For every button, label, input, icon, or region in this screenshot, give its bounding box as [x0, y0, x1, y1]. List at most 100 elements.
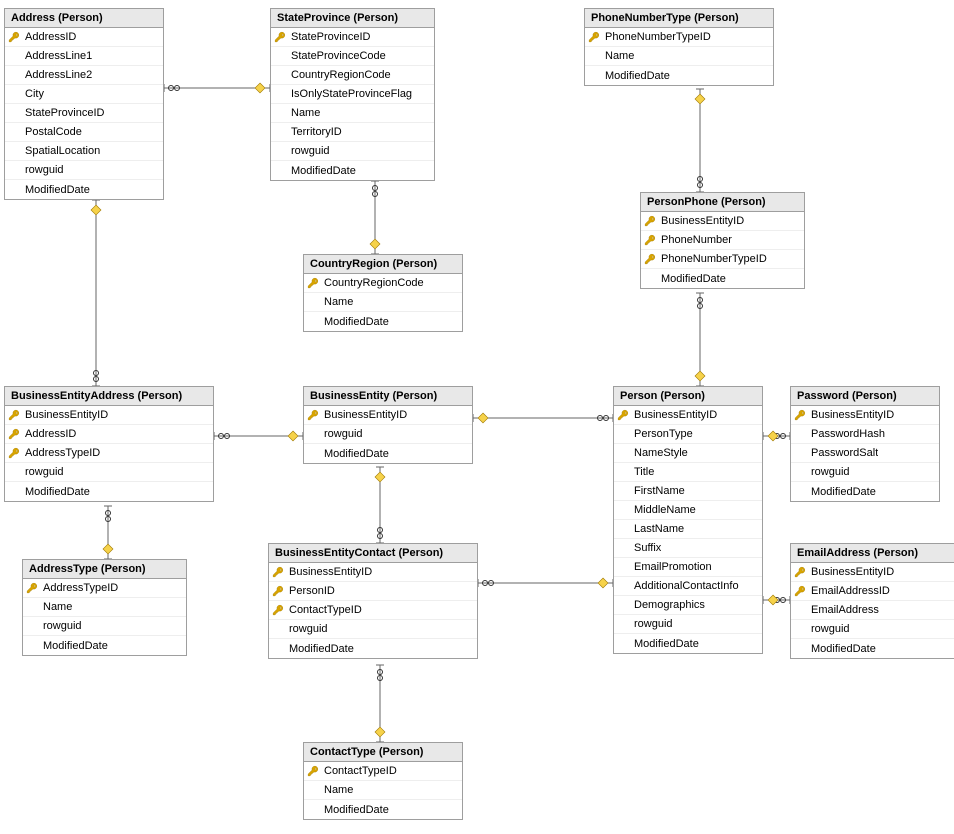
column-row[interactable]: ModifiedDate [5, 482, 213, 501]
column-row[interactable]: ModifiedDate [304, 800, 462, 819]
column-row[interactable]: BusinessEntityID [791, 563, 954, 582]
column-row[interactable]: ModifiedDate [585, 66, 773, 85]
column-row[interactable]: rowguid [23, 617, 186, 636]
entity-Person[interactable]: Person (Person)BusinessEntityIDPersonTyp… [613, 386, 763, 654]
column-row[interactable]: ModifiedDate [269, 639, 477, 658]
column-row[interactable]: CountryRegionCode [304, 274, 462, 293]
column-row[interactable]: BusinessEntityID [304, 406, 472, 425]
column-row[interactable]: rowguid [5, 463, 213, 482]
entity-header[interactable]: EmailAddress (Person) [791, 544, 954, 563]
column-row[interactable]: IsOnlyStateProvinceFlag [271, 85, 434, 104]
entity-header[interactable]: AddressType (Person) [23, 560, 186, 579]
column-row[interactable]: AddressID [5, 28, 163, 47]
column-row[interactable]: CountryRegionCode [271, 66, 434, 85]
column-row[interactable]: rowguid [614, 615, 762, 634]
column-row[interactable]: rowguid [791, 463, 939, 482]
column-row[interactable]: EmailAddress [791, 601, 954, 620]
column-row[interactable]: PostalCode [5, 123, 163, 142]
column-row[interactable]: StateProvinceCode [271, 47, 434, 66]
column-row[interactable]: Demographics [614, 596, 762, 615]
column-row[interactable]: Name [271, 104, 434, 123]
entity-header[interactable]: StateProvince (Person) [271, 9, 434, 28]
column-row[interactable]: BusinessEntityID [269, 563, 477, 582]
entity-header[interactable]: BusinessEntityAddress (Person) [5, 387, 213, 406]
column-row[interactable]: ModifiedDate [271, 161, 434, 180]
column-row[interactable]: ModifiedDate [614, 634, 762, 653]
entity-header[interactable]: BusinessEntity (Person) [304, 387, 472, 406]
column-row[interactable]: PhoneNumberTypeID [641, 250, 804, 269]
column-row[interactable]: FirstName [614, 482, 762, 501]
column-row[interactable]: ModifiedDate [5, 180, 163, 199]
column-row[interactable]: AddressLine2 [5, 66, 163, 85]
primary-key-icon [307, 277, 319, 289]
column-row[interactable]: PersonID [269, 582, 477, 601]
column-row[interactable]: Name [23, 598, 186, 617]
entity-BusinessEntityContact[interactable]: BusinessEntityContact (Person)BusinessEn… [268, 543, 478, 659]
column-row[interactable]: Title [614, 463, 762, 482]
entity-CountryRegion[interactable]: CountryRegion (Person)CountryRegionCodeN… [303, 254, 463, 332]
column-row[interactable]: rowguid [791, 620, 954, 639]
column-row[interactable]: PasswordSalt [791, 444, 939, 463]
column-row[interactable]: PersonType [614, 425, 762, 444]
entity-header[interactable]: ContactType (Person) [304, 743, 462, 762]
column-row[interactable]: ModifiedDate [23, 636, 186, 655]
column-row[interactable]: SpatialLocation [5, 142, 163, 161]
entity-PersonPhone[interactable]: PersonPhone (Person)BusinessEntityIDPhon… [640, 192, 805, 289]
column-row[interactable]: ModifiedDate [304, 444, 472, 463]
entity-header[interactable]: PhoneNumberType (Person) [585, 9, 773, 28]
column-row[interactable]: PasswordHash [791, 425, 939, 444]
entity-header[interactable]: BusinessEntityContact (Person) [269, 544, 477, 563]
column-row[interactable]: PhoneNumberTypeID [585, 28, 773, 47]
column-row[interactable]: BusinessEntityID [641, 212, 804, 231]
column-row[interactable]: AddressTypeID [5, 444, 213, 463]
column-row[interactable]: ModifiedDate [304, 312, 462, 331]
entity-Password[interactable]: Password (Person)BusinessEntityIDPasswor… [790, 386, 940, 502]
entity-Address[interactable]: Address (Person)AddressIDAddressLine1Add… [4, 8, 164, 200]
column-row[interactable]: Name [304, 781, 462, 800]
column-row[interactable]: StateProvinceID [5, 104, 163, 123]
entity-header[interactable]: CountryRegion (Person) [304, 255, 462, 274]
column-row[interactable]: EmailAddressID [791, 582, 954, 601]
column-row[interactable]: ContactTypeID [304, 762, 462, 781]
column-row[interactable]: BusinessEntityID [5, 406, 213, 425]
column-row[interactable]: rowguid [271, 142, 434, 161]
entity-header[interactable]: Person (Person) [614, 387, 762, 406]
entity-StateProvince[interactable]: StateProvince (Person)StateProvinceIDSta… [270, 8, 435, 181]
column-name: AddressTypeID [41, 582, 118, 594]
entity-EmailAddress[interactable]: EmailAddress (Person)BusinessEntityIDEma… [790, 543, 954, 659]
column-row[interactable]: Suffix [614, 539, 762, 558]
entity-BusinessEntityAddress[interactable]: BusinessEntityAddress (Person)BusinessEn… [4, 386, 214, 502]
column-row[interactable]: AddressTypeID [23, 579, 186, 598]
column-row[interactable]: MiddleName [614, 501, 762, 520]
column-row[interactable]: BusinessEntityID [791, 406, 939, 425]
column-row[interactable]: City [5, 85, 163, 104]
column-row[interactable]: rowguid [5, 161, 163, 180]
entity-header[interactable]: PersonPhone (Person) [641, 193, 804, 212]
entity-header[interactable]: Address (Person) [5, 9, 163, 28]
column-row[interactable]: AddressID [5, 425, 213, 444]
entity-BusinessEntity[interactable]: BusinessEntity (Person)BusinessEntityIDr… [303, 386, 473, 464]
column-row[interactable]: StateProvinceID [271, 28, 434, 47]
column-row[interactable]: Name [585, 47, 773, 66]
entity-header[interactable]: Password (Person) [791, 387, 939, 406]
column-row[interactable]: rowguid [269, 620, 477, 639]
column-name: EmailAddress [809, 604, 879, 616]
column-row[interactable]: PhoneNumber [641, 231, 804, 250]
column-row[interactable]: EmailPromotion [614, 558, 762, 577]
column-row[interactable]: ModifiedDate [791, 639, 954, 658]
entity-ContactType[interactable]: ContactType (Person)ContactTypeIDNameMod… [303, 742, 463, 820]
column-row[interactable]: AddressLine1 [5, 47, 163, 66]
column-row[interactable]: ModifiedDate [791, 482, 939, 501]
entity-AddressType[interactable]: AddressType (Person) AddressTypeID Namerow… [22, 559, 187, 656]
column-row[interactable]: BusinessEntityID [614, 406, 762, 425]
column-row[interactable]: rowguid [304, 425, 472, 444]
column-row[interactable]: Name [304, 293, 462, 312]
column-row[interactable]: ModifiedDate [641, 269, 804, 288]
column-row[interactable]: LastName [614, 520, 762, 539]
column-row[interactable]: NameStyle [614, 444, 762, 463]
column-row[interactable]: TerritoryID [271, 123, 434, 142]
column-row[interactable]: ContactTypeID [269, 601, 477, 620]
column-row[interactable]: AdditionalContactInfo [614, 577, 762, 596]
entity-PhoneNumberType[interactable]: PhoneNumberType (Person)PhoneNumberTypeI… [584, 8, 774, 86]
column-name: ModifiedDate [603, 70, 670, 82]
